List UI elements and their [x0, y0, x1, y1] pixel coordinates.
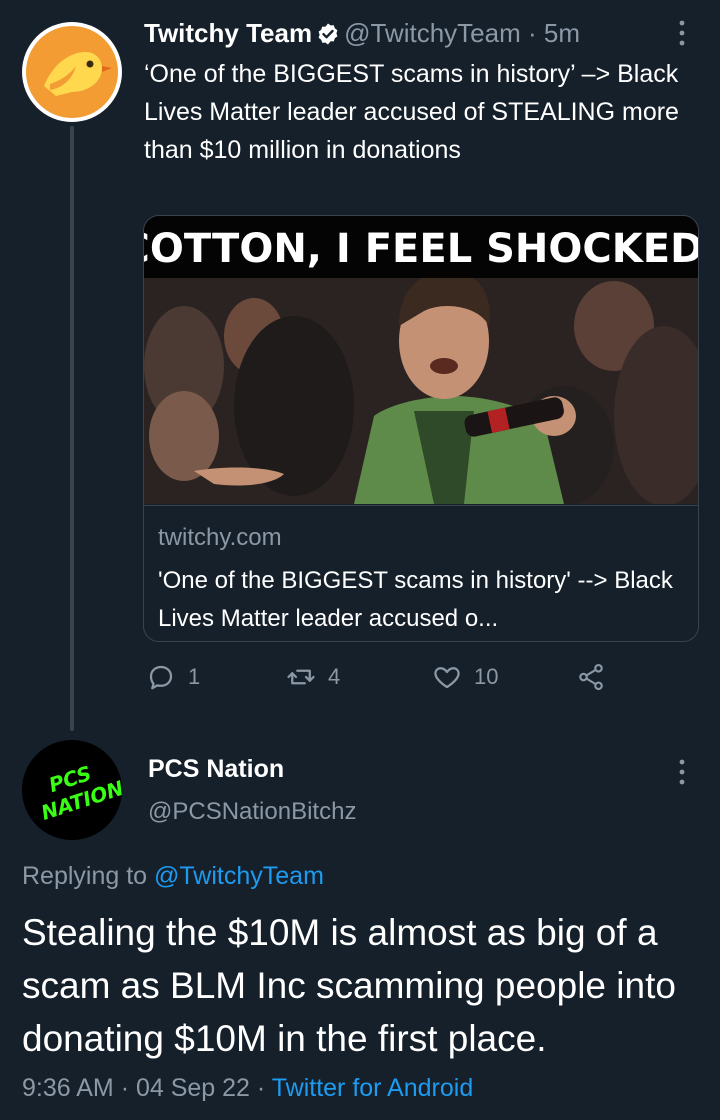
reply-icon [149, 665, 173, 690]
more-options-icon[interactable] [670, 16, 694, 55]
tweet2-meta: 9:36 AM · 04 Sep 22 · Twitter for Androi… [22, 1074, 473, 1103]
tweet1-header: Twitchy Team @TwitchyTeam · 5m [144, 16, 580, 54]
tweet2-text: Stealing the $10M is almost as big of a … [22, 912, 676, 1059]
twitchy-avatar[interactable] [22, 22, 122, 122]
card-meta: twitchy.com 'One of the BIGGEST scams in… [144, 505, 698, 641]
replying-to-link[interactable]: @TwitchyTeam [154, 862, 324, 890]
like-count: 10 [474, 664, 499, 689]
pcs-nation-logo-icon: PCS NATION [22, 740, 122, 840]
link-card[interactable]: COTTON, I FEEL SHOCKED! twitchy.com 'One… [143, 215, 699, 642]
tweet-date[interactable]: 04 Sep 22 [136, 1074, 250, 1102]
separator: · [527, 18, 537, 48]
reply-button[interactable]: 1 [146, 662, 200, 692]
author-handle[interactable]: @TwitchyTeam [344, 18, 521, 48]
card-image: COTTON, I FEEL SHOCKED! [144, 216, 698, 506]
tweet-source[interactable]: Twitter for Android [272, 1074, 473, 1102]
thread-line [70, 126, 74, 731]
like-button[interactable]: 10 [432, 662, 498, 692]
author-handle[interactable]: @PCSNationBitchz [148, 798, 356, 826]
retweet-button[interactable]: 4 [286, 662, 340, 692]
separator: · [120, 1074, 130, 1102]
bird-logo-icon [26, 26, 118, 118]
meme-caption: COTTON, I FEEL SHOCKED! [144, 226, 698, 272]
replying-to: Replying to @TwitchyTeam [22, 862, 324, 891]
verified-badge-icon [316, 20, 340, 54]
retweet-icon [287, 669, 315, 685]
tweet-time[interactable]: 5m [544, 18, 580, 48]
replying-label: Replying to [22, 862, 148, 890]
tweet1-text: ‘One of the BIGGEST scams in history’ –>… [144, 60, 679, 164]
separator: · [256, 1074, 266, 1102]
retweet-count: 4 [328, 664, 341, 689]
share-icon [579, 663, 603, 691]
tweet-time[interactable]: 9:36 AM [22, 1074, 114, 1102]
pcs-nation-avatar[interactable]: PCS NATION [22, 740, 122, 840]
card-domain: twitchy.com [158, 524, 282, 551]
reply-count: 1 [188, 664, 201, 689]
tweet1-actions: 1 4 10 [146, 662, 616, 702]
more-options-icon[interactable] [670, 755, 694, 794]
meme-image: COTTON, I FEEL SHOCKED! [144, 216, 698, 506]
heart-icon [434, 667, 460, 689]
author-name[interactable]: Twitchy Team [144, 18, 312, 48]
author-name[interactable]: PCS Nation [148, 755, 284, 784]
card-title: 'One of the BIGGEST scams in history' --… [158, 567, 673, 632]
share-button[interactable] [576, 662, 606, 692]
